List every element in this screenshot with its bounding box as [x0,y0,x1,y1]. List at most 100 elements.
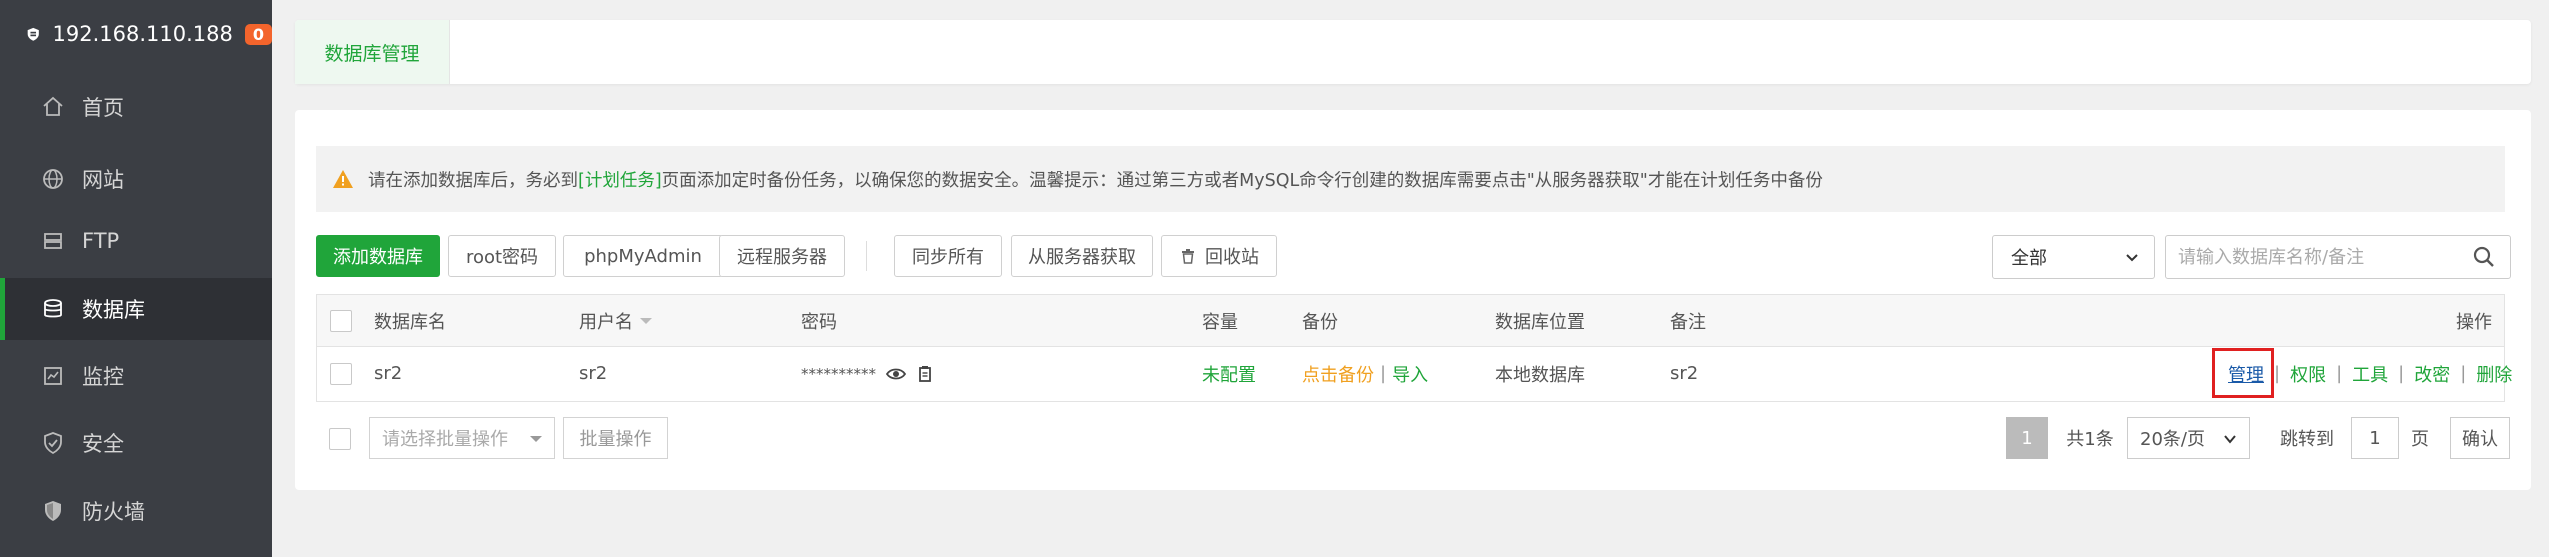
root-password-button[interactable]: root密码 [448,235,556,277]
page-unit-label: 页 [2411,429,2429,450]
home-icon [40,94,66,120]
header-capacity: 容量 [1202,311,1238,333]
sidebar-item-label: 安全 [82,432,124,456]
password-mask: ********** [801,364,876,383]
cell-location: 本地数据库 [1495,364,1585,386]
sidebar-item-label: 首页 [82,96,124,120]
batch-operation-button[interactable]: 批量操作 [563,417,668,459]
search-box [2165,235,2511,279]
goto-page-input[interactable]: 1 [2351,417,2399,459]
tab-bar: 数据库管理 [295,20,2531,84]
table-header: 数据库名 用户名 密码 容量 备份 数据库位置 备注 操作 [317,295,2504,347]
sidebar-item-label: 监控 [82,365,124,389]
sidebar-header: 192.168.110.188 0 [0,0,272,68]
sidebar-item-security[interactable]: 安全 [0,412,272,474]
page-1-button[interactable]: 1 [2006,417,2048,459]
page-size-value: 20条/页 [2140,429,2205,450]
globe-icon [40,166,66,192]
table-row: sr2 sr2 ********** 未配置 点击备份 | 导入 本地数据库 s… [317,346,2512,401]
sort-down-icon [640,317,652,324]
batch-operation-select[interactable]: 请选择批量操作 [369,417,555,459]
trash-icon [1182,249,1194,264]
separator: | [2398,363,2405,384]
sidebar-item-label: FTP [82,229,120,253]
notice-text-after: 页面添加定时备份任务，以确保您的数据安全。温馨提示：通过第三方或者MySQL命令… [661,170,1823,191]
shield-check-icon [40,430,66,456]
schedule-task-link[interactable]: [计划任务] [578,167,662,192]
ftp-icon [40,228,66,254]
phpmyadmin-button[interactable]: phpMyAdmin [563,235,723,277]
cell-db-name: sr2 [374,363,403,384]
header-password: 密码 [801,311,837,333]
sync-all-button[interactable]: 同步所有 [894,235,1002,277]
separator: | [2336,363,2343,384]
tab-database-management[interactable]: 数据库管理 [295,20,450,84]
database-filter-select[interactable]: 全部 [1992,235,2155,279]
cell-remark[interactable]: sr2 [1670,346,1698,401]
total-count: 共1条 [2066,429,2114,450]
manage-highlight-box [2212,348,2274,398]
notice-text-before: 请在添加数据库后，务必到 [368,170,578,191]
filter-selected-value: 全部 [2011,248,2047,269]
notification-badge[interactable]: 0 [244,23,272,45]
shield-icon [40,498,66,524]
batch-select-checkbox[interactable] [329,428,351,450]
separator: | [2460,363,2467,384]
sidebar: 192.168.110.188 0 首页 网站 FTP 数据库 监控 安全 防火… [0,0,272,557]
delete-link[interactable]: 删除 [2476,361,2512,387]
header-actions: 操作 [2456,311,2492,333]
sidebar-item-database[interactable]: 数据库 [0,278,272,340]
fetch-from-server-button[interactable]: 从服务器获取 [1011,235,1153,277]
recycle-bin-label: 回收站 [1205,247,1259,268]
sidebar-item-label: 防火墙 [82,500,145,524]
header-user[interactable]: 用户名 [579,295,653,346]
cell-backup: 点击备份 | 导入 [1302,346,1428,401]
add-database-button[interactable]: 添加数据库 [316,235,440,277]
confirm-page-button[interactable]: 确认 [2450,417,2510,459]
separator: | [2274,363,2281,384]
sidebar-item-firewall[interactable]: 防火墙 [0,480,272,542]
remote-server-button[interactable]: 远程服务器 [719,235,845,277]
backup-now-link[interactable]: 点击备份 [1302,361,1374,387]
header-location: 数据库位置 [1495,311,1585,333]
recycle-bin-button[interactable]: 回收站 [1161,235,1277,277]
database-table: 数据库名 用户名 密码 容量 备份 数据库位置 备注 操作 sr2 sr2 **… [316,294,2512,402]
header-name[interactable]: 数据库名 [374,295,446,346]
cell-password: ********** [801,346,932,401]
eye-icon[interactable] [886,366,906,382]
sidebar-item-website[interactable]: 网站 [0,148,272,210]
search-icon[interactable] [2472,245,2496,269]
permissions-link[interactable]: 权限 [2290,361,2326,387]
sidebar-item-monitor[interactable]: 监控 [0,345,272,407]
batch-select-placeholder: 请选择批量操作 [382,429,508,450]
database-panel: 请在添加数据库后，务必到 [计划任务] 页面添加定时备份任务，以确保您的数据安全… [295,110,2531,490]
row-checkbox[interactable] [330,362,352,385]
separator: | [1380,363,1387,384]
change-password-link[interactable]: 改密 [2414,361,2450,387]
header-backup: 备份 [1302,311,1338,333]
goto-label: 跳转到 [2280,429,2334,450]
page-size-select[interactable]: 20条/页 [2127,417,2250,459]
caret-down-icon [530,436,542,442]
chevron-down-icon [2224,435,2236,444]
chevron-down-icon [2126,254,2138,262]
capacity-not-configured-link[interactable]: 未配置 [1202,346,1256,401]
header-user-label: 用户名 [579,311,633,333]
sidebar-item-label: 数据库 [82,298,145,322]
sidebar-item-label: 网站 [82,168,124,192]
server-logo-icon [27,27,39,41]
host-address: 192.168.110.188 [52,22,233,46]
import-link[interactable]: 导入 [1392,361,1428,387]
row-checkbox-cell [330,346,352,401]
copy-icon[interactable] [916,365,932,383]
toolbar-divider [866,241,867,271]
select-all-checkbox[interactable] [330,309,352,332]
sidebar-item-home[interactable]: 首页 [0,76,272,138]
header-remark: 备注 [1670,311,1706,333]
backup-notice: 请在添加数据库后，务必到 [计划任务] 页面添加定时备份任务，以确保您的数据安全… [316,146,2505,212]
sidebar-item-ftp[interactable]: FTP [0,210,272,272]
monitor-icon [40,363,66,389]
search-input[interactable] [2166,245,2472,269]
cell-user-name: sr2 [579,363,608,384]
tools-link[interactable]: 工具 [2352,361,2388,387]
